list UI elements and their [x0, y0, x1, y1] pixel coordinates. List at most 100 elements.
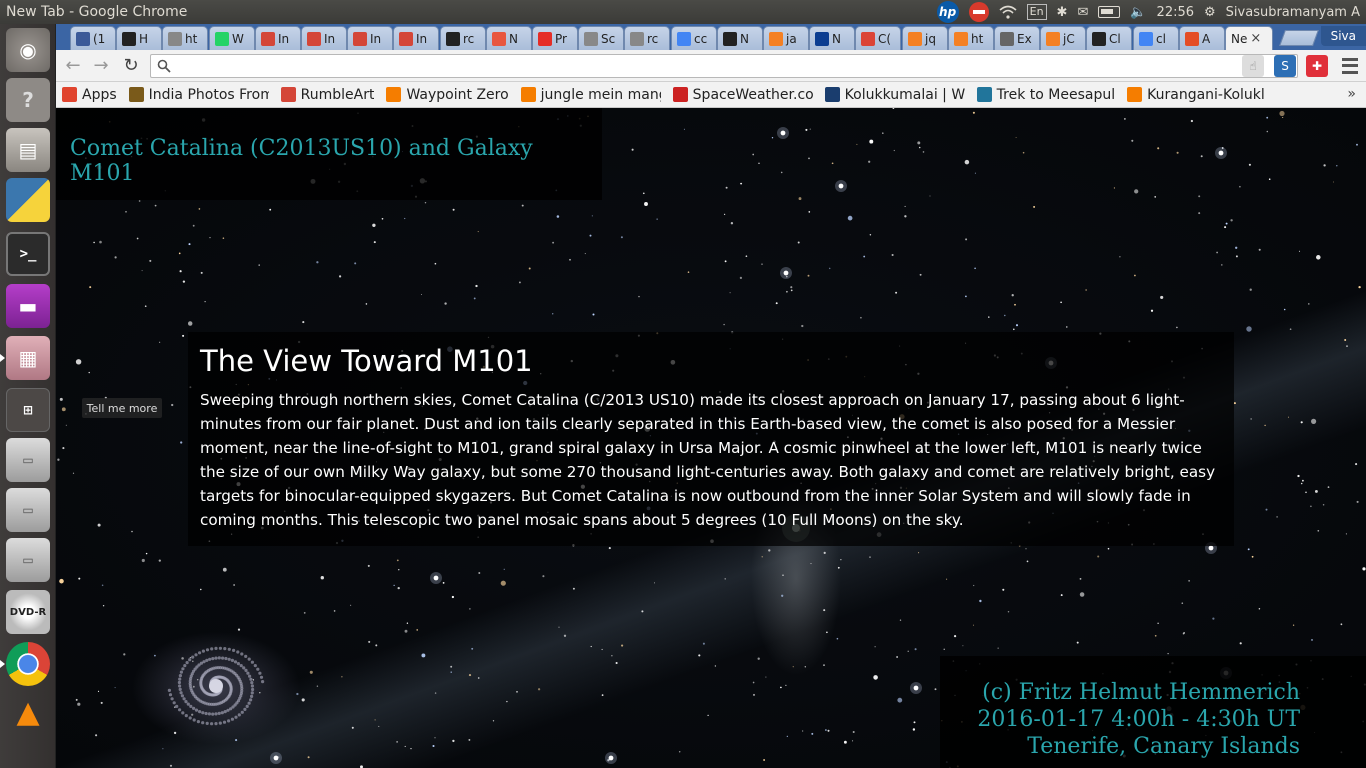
tab[interactable]: cl: [1133, 26, 1179, 50]
title-panel: Comet Catalina (C2013US10) and Galaxy M1…: [56, 108, 602, 200]
drive-icon[interactable]: ▭: [6, 538, 50, 582]
tab[interactable]: jC: [1040, 26, 1086, 50]
unity-launcher: ◉ ? ▤ >_ ▬ ▦ ⊞ ▭ ▭ ▭ DVD-R ▲: [0, 24, 56, 768]
clock[interactable]: 22:56: [1157, 5, 1194, 20]
tab-label: N: [509, 31, 518, 46]
user-name[interactable]: Sivasubramanyam A: [1226, 5, 1360, 20]
tab[interactable]: rc: [440, 26, 486, 50]
purple-app-icon[interactable]: ▬: [6, 284, 50, 328]
tab[interactable]: Cl: [1086, 26, 1132, 50]
dash-home-icon[interactable]: ◉: [6, 28, 50, 72]
page-title: Comet Catalina (C2013US10) and Galaxy M1…: [70, 136, 533, 186]
tab[interactable]: rc: [624, 26, 670, 50]
bookmark-label: Kolukkumalai | W: [844, 86, 965, 103]
terminal-icon[interactable]: >_: [6, 232, 50, 276]
tab[interactable]: Sc: [578, 26, 624, 50]
blogger-icon: [1127, 87, 1143, 102]
extension-puzzle-icon[interactable]: ✚: [1306, 55, 1328, 77]
bookmark-item[interactable]: India Photos From: [128, 87, 269, 103]
tab[interactable]: ja: [763, 26, 809, 50]
chrome-icon[interactable]: [6, 642, 50, 686]
volume-icon[interactable]: 🔈: [1130, 5, 1146, 20]
tab-label: rc: [463, 31, 475, 46]
tab[interactable]: N: [809, 26, 855, 50]
bookmark-item[interactable]: RumbleArt: [280, 87, 374, 103]
omnibox[interactable]: ★: [150, 54, 1298, 78]
running-indicator-arrow: [0, 660, 5, 668]
wifi-icon[interactable]: [999, 5, 1017, 19]
vlc-icon[interactable]: ▲: [6, 690, 50, 734]
keyboard-layout-indicator[interactable]: En: [1026, 4, 1047, 20]
reload-button[interactable]: ↻: [120, 56, 142, 76]
tab[interactable]: Pr: [532, 26, 578, 50]
help-icon[interactable]: ?: [6, 78, 50, 122]
google-icon: [677, 31, 691, 46]
tab-active[interactable]: Ne ×: [1225, 26, 1273, 50]
tab[interactable]: (1: [70, 26, 116, 50]
bookmark-item[interactable]: Waypoint Zero: [386, 87, 509, 103]
tab[interactable]: Ex: [994, 26, 1040, 50]
extension-pointer-icon[interactable]: ☝: [1242, 55, 1264, 77]
workspace-switcher-icon[interactable]: ⊞: [6, 388, 50, 432]
software-center-icon[interactable]: ▦: [6, 336, 50, 380]
stackoverflow-icon: [769, 31, 783, 46]
tab-label: N: [740, 31, 749, 46]
extension-sync-icon[interactable]: S: [1274, 55, 1296, 77]
tab-label: Cl: [1109, 31, 1121, 46]
drive-icon[interactable]: ▭: [6, 438, 50, 482]
address-input[interactable]: [177, 58, 1297, 74]
tab[interactable]: In: [301, 26, 347, 50]
settings-gear-icon[interactable]: ⚙: [1204, 5, 1216, 20]
description-panel: The View Toward M101 Sweeping through no…: [188, 332, 1234, 546]
chrome-menu-icon[interactable]: [1342, 56, 1358, 76]
bluetooth-icon[interactable]: ✱: [1057, 5, 1068, 20]
tab[interactable]: In: [393, 26, 439, 50]
tab-label: ht: [185, 31, 198, 46]
tab[interactable]: In: [255, 26, 301, 50]
tab[interactable]: cc: [671, 26, 717, 50]
profile-button[interactable]: Siva: [1320, 26, 1366, 46]
battery-icon[interactable]: [1098, 6, 1121, 18]
dvd-r-icon[interactable]: DVD-R: [6, 590, 50, 634]
close-tab-icon[interactable]: ×: [1250, 31, 1261, 46]
new-tab-button[interactable]: [1279, 30, 1319, 46]
running-indicator-arrow: [0, 354, 5, 362]
tab[interactable]: H: [116, 26, 162, 50]
bookmark-item[interactable]: Kurangani-Kolukl: [1127, 87, 1265, 103]
tab[interactable]: C(: [855, 26, 901, 50]
tab[interactable]: jq: [902, 26, 948, 50]
github-icon: [446, 31, 460, 46]
nasa-icon: [815, 31, 829, 46]
bookmarks-overflow-chevron[interactable]: »: [1347, 86, 1356, 102]
credit-date: 2016-01-17 4:00h - 4:30h UT: [977, 707, 1300, 732]
tell-me-more-button[interactable]: Tell me more: [82, 398, 162, 418]
drive-icon[interactable]: ▭: [6, 488, 50, 532]
bookmark-label: jungle mein mang: [540, 86, 661, 103]
tab[interactable]: W: [209, 26, 255, 50]
bookmark-item[interactable]: SpaceWeather.co: [672, 87, 813, 103]
bookmark-item[interactable]: Trek to Meesapul: [976, 87, 1115, 103]
tab[interactable]: N: [486, 26, 532, 50]
bookmark-item[interactable]: Apps: [62, 87, 117, 103]
browser-toolbar: ← → ↻ ★ ☝ S ✚: [56, 50, 1366, 82]
tab[interactable]: In: [347, 26, 393, 50]
forward-button[interactable]: →: [90, 56, 112, 76]
mail-icon[interactable]: ✉: [1077, 5, 1088, 20]
hp-icon[interactable]: hp: [936, 1, 959, 23]
tab[interactable]: ht: [162, 26, 208, 50]
back-button[interactable]: ←: [62, 56, 84, 76]
files-icon[interactable]: ▤: [6, 128, 50, 172]
bookmark-item[interactable]: Kolukkumalai | W: [824, 86, 965, 103]
tab[interactable]: ht: [948, 26, 994, 50]
tab[interactable]: A: [1179, 26, 1225, 50]
bookmark-label: Apps: [82, 86, 117, 103]
tab-label: A: [1202, 31, 1211, 46]
do-not-disturb-icon[interactable]: [968, 2, 989, 22]
tab-strip: Siva (1 Hht W In In In In rc N Pr Sc rc cc Nja N C(jq ht…: [56, 24, 1366, 50]
tab-label: C(: [878, 31, 892, 46]
tab[interactable]: N: [717, 26, 763, 50]
python-icon[interactable]: [6, 178, 50, 222]
apps-grid-icon: [62, 87, 77, 102]
facebook-icon: [76, 31, 90, 46]
bookmark-item[interactable]: jungle mein mang: [520, 86, 661, 103]
